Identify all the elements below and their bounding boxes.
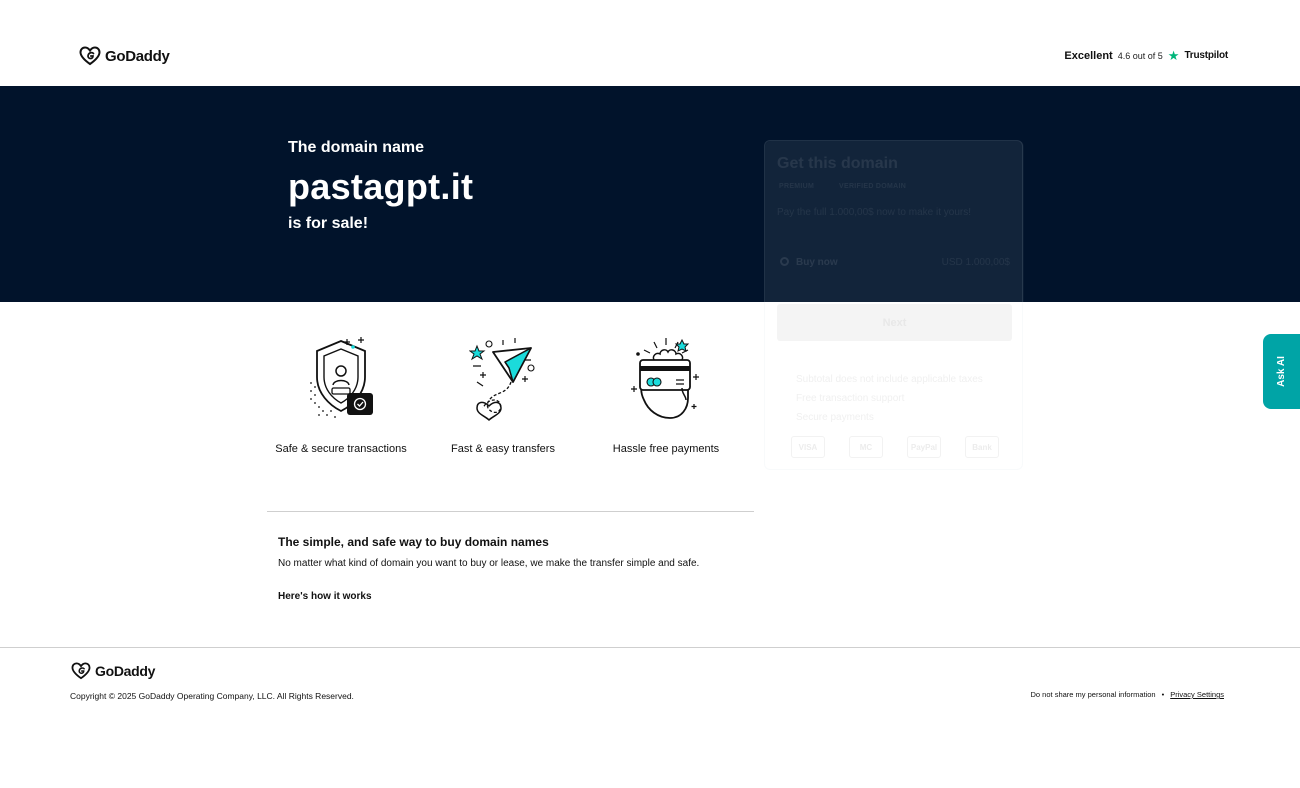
- visa-icon: VISA: [791, 436, 825, 458]
- ask-ai-button[interactable]: Ask AI: [1263, 334, 1300, 409]
- feature-hassle-free-payments: Hassle free payments: [612, 443, 720, 455]
- hero-banner: The domain name pastagpt.it is for sale!: [0, 86, 1300, 302]
- premium-badge: PREMIUM: [779, 183, 815, 190]
- site-header: GoDaddy Excellent 4.6 out of 5 ★ Trustpi…: [0, 0, 1300, 86]
- how-it-works-link[interactable]: Here's how it works: [278, 591, 372, 602]
- section-divider: [267, 511, 754, 512]
- hand-card-icon: [631, 338, 699, 419]
- feature-safe-secure: Safe & secure transactions: [275, 443, 407, 455]
- trustpilot-star-icon: ★: [1167, 48, 1180, 63]
- godaddy-logo[interactable]: GoDaddy: [79, 46, 170, 66]
- feature-fast-transfers: Fast & easy transfers: [451, 443, 555, 455]
- godaddy-heart-icon: [79, 46, 101, 66]
- purchase-description: Pay the full 1.000,00$ now to make it yo…: [777, 207, 971, 218]
- footer-logo-text: GoDaddy: [95, 663, 156, 679]
- copyright-text: Copyright © 2025 GoDaddy Operating Compa…: [70, 691, 354, 701]
- trustpilot-brand: Trustpilot: [1184, 50, 1228, 61]
- privacy-settings-link[interactable]: Privacy Settings: [1170, 690, 1224, 699]
- verified-domain-badge: VERIFIED DOMAIN: [839, 183, 907, 190]
- hero-pretitle: The domain name: [288, 139, 425, 156]
- do-not-share-link[interactable]: Do not share my personal information: [1031, 690, 1156, 699]
- tax-note: Subtotal does not include applicable tax…: [796, 374, 983, 385]
- trustpilot-label: Excellent: [1064, 49, 1113, 62]
- next-button[interactable]: Next: [777, 304, 1012, 341]
- domain-name-title: pastagpt.it: [288, 166, 474, 207]
- info-description: No matter what kind of domain you want t…: [278, 558, 700, 569]
- purchase-card-title: Get this domain: [777, 155, 898, 172]
- godaddy-heart-icon: [71, 662, 91, 680]
- buy-now-radio[interactable]: [780, 257, 789, 266]
- buy-now-label: Buy now: [796, 257, 838, 268]
- secure-payments-note: Secure payments: [796, 412, 874, 423]
- trustpilot-score: 4.6 out of 5: [1117, 50, 1163, 61]
- paper-plane-icon: [469, 338, 535, 422]
- bank-transfer-icon: Bank: [965, 436, 999, 458]
- transaction-support-note: Free transaction support: [796, 393, 905, 404]
- purchase-card: Get this domain PREMIUM VERIFIED DOMAIN …: [764, 140, 1023, 470]
- ask-ai-label: Ask AI: [1275, 356, 1287, 387]
- footer-links: Do not share my personal information • P…: [1031, 690, 1224, 699]
- paypal-icon: PayPal: [907, 436, 941, 458]
- buy-now-price: USD 1.000,00$: [941, 257, 1010, 268]
- footer-separator: •: [1161, 690, 1165, 699]
- logo-text: GoDaddy: [105, 47, 170, 65]
- mastercard-icon: MC: [849, 436, 883, 458]
- info-title: The simple, and safe way to buy domain n…: [278, 535, 549, 549]
- site-footer: GoDaddy Copyright © 2025 GoDaddy Operati…: [0, 647, 1300, 788]
- payment-methods: VISA MC PayPal Bank: [791, 436, 999, 458]
- hero-subtitle: is for sale!: [288, 215, 369, 232]
- footer-godaddy-logo[interactable]: GoDaddy: [71, 662, 155, 680]
- trustpilot-rating[interactable]: Excellent 4.6 out of 5 ★ Trustpilot: [1064, 49, 1228, 62]
- shield-lock-icon: [310, 337, 373, 418]
